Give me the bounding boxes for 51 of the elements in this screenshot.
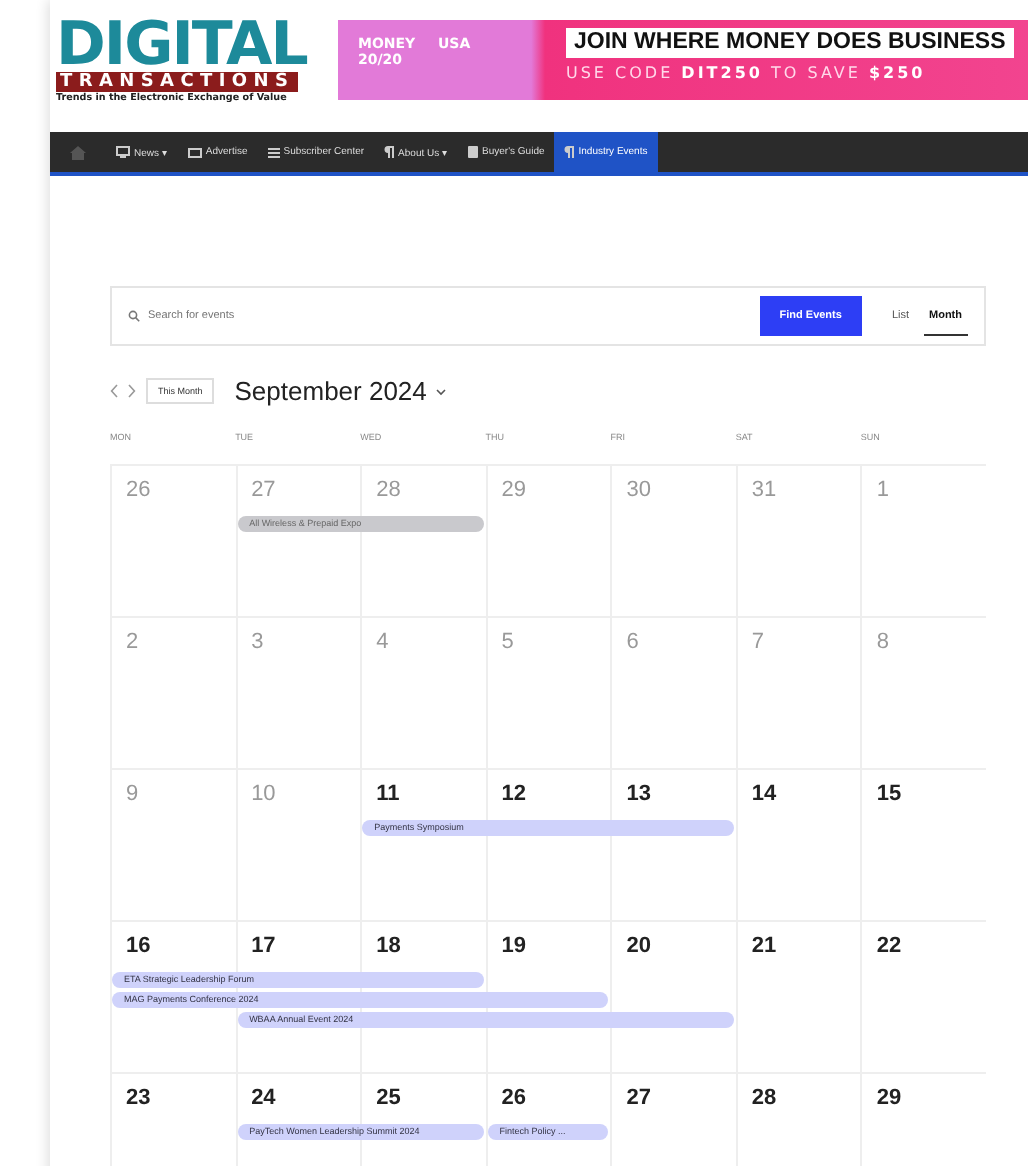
month-title[interactable]: September 2024 xyxy=(234,376,427,406)
caret-icon[interactable] xyxy=(436,387,447,395)
day-number: 24 xyxy=(249,1084,278,1114)
day-number: 11 xyxy=(374,780,402,810)
day-number: 26 xyxy=(124,476,153,506)
card-icon xyxy=(187,147,202,157)
day-number: 8 xyxy=(874,628,892,658)
day-number: 29 xyxy=(499,476,528,506)
day-number: 27 xyxy=(624,1084,654,1114)
day-number: 3 xyxy=(249,628,266,658)
day-number: 10 xyxy=(249,780,278,810)
pilcrow-icon xyxy=(384,146,395,158)
book-icon xyxy=(468,146,479,158)
day-number: 16 xyxy=(124,932,153,962)
day-number: 6 xyxy=(624,628,641,658)
previous-icon[interactable] xyxy=(110,384,118,398)
list-icon xyxy=(267,147,280,157)
day-number: 29 xyxy=(874,1084,904,1114)
day-number: 17 xyxy=(249,932,278,962)
day-number: 22 xyxy=(874,932,904,962)
day-number: 9 xyxy=(124,780,141,810)
banner-promo: USE CODE DIT250 TO SAVE $250 xyxy=(566,64,928,84)
day-number: 2 xyxy=(124,628,141,658)
home-icon[interactable] xyxy=(70,145,86,159)
monitor-icon xyxy=(116,146,130,158)
search-icon xyxy=(128,310,140,322)
day-number: 31 xyxy=(749,476,779,506)
logo-subtitle: TRANSACTIONS xyxy=(56,72,299,92)
logo-title: DIGITAL xyxy=(56,20,307,72)
day-number: 30 xyxy=(624,476,654,506)
day-number: 4 xyxy=(374,628,391,658)
next-icon[interactable] xyxy=(128,384,136,398)
banner-headline: JOIN WHERE MONEY DOES BUSINESS xyxy=(566,28,1014,58)
day-number: 23 xyxy=(124,1084,153,1114)
day-number: 1 xyxy=(874,476,892,506)
day-number: 13 xyxy=(624,780,654,810)
day-number: 7 xyxy=(749,628,766,658)
day-number: 14 xyxy=(749,780,779,810)
pilcrow-icon xyxy=(564,146,575,158)
day-number: 15 xyxy=(874,780,904,810)
day-number: 18 xyxy=(374,932,403,962)
day-number: 28 xyxy=(374,476,403,506)
day-number: 21 xyxy=(749,932,779,962)
day-number: 20 xyxy=(624,932,654,962)
day-number: 26 xyxy=(499,1084,528,1114)
day-number: 28 xyxy=(749,1084,779,1114)
day-number: 12 xyxy=(499,780,528,810)
day-number: 25 xyxy=(374,1084,403,1114)
day-number: 27 xyxy=(249,476,278,506)
day-number: 19 xyxy=(499,932,528,962)
day-number: 5 xyxy=(499,628,516,658)
